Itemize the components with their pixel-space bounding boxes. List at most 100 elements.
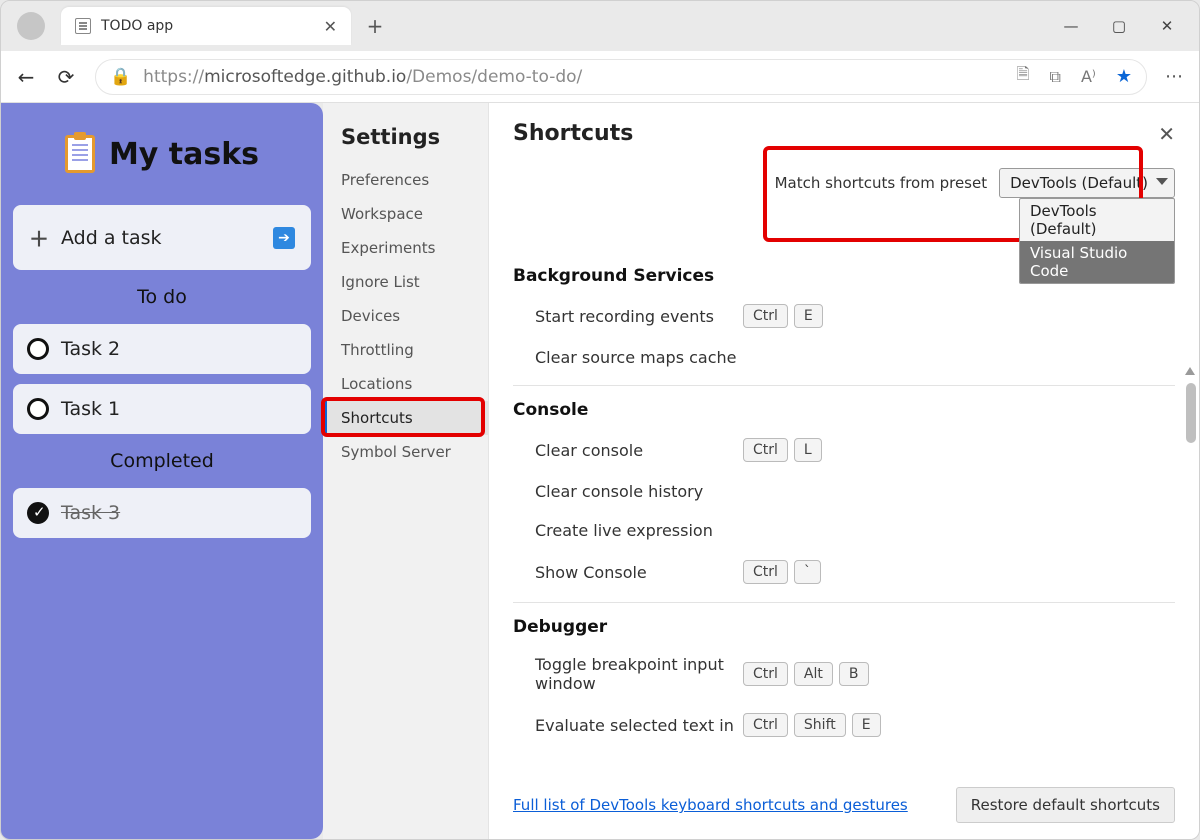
settings-item-experiments[interactable]: Experiments — [323, 231, 488, 265]
new-tab-button[interactable]: + — [359, 10, 391, 42]
scroll-up-arrow-icon[interactable] — [1185, 367, 1195, 375]
completed-section-heading: Completed — [13, 444, 311, 478]
keycap: ` — [794, 560, 821, 584]
site-lock-icon: 🔒 — [110, 67, 131, 87]
reload-icon[interactable]: ⟳ — [55, 66, 77, 88]
todo-app-panel: My tasks ＋ Add a task ➔ To do Task 2 Tas… — [1, 103, 323, 839]
shortcut-keys: CtrlAltB — [743, 662, 869, 686]
preset-row: Match shortcuts from preset DevTools (De… — [489, 158, 1199, 198]
shortcut-group-heading: Console — [513, 392, 1175, 428]
shortcut-name: Toggle breakpoint input window — [513, 655, 743, 693]
shortcuts-scroll-area[interactable]: Background ServicesStart recording event… — [489, 234, 1199, 777]
task-checkbox-icon[interactable] — [27, 338, 49, 360]
keycap: B — [839, 662, 869, 686]
shortcut-keys: CtrlShiftE — [743, 713, 881, 737]
shortcut-name: Clear console — [513, 441, 743, 460]
submit-arrow-icon[interactable]: ➔ — [273, 227, 295, 249]
preset-select[interactable]: DevTools (Default) — [999, 168, 1175, 198]
tab-close-icon[interactable]: ✕ — [324, 17, 337, 36]
settings-sidebar: Settings PreferencesWorkspaceExperiments… — [323, 103, 489, 839]
tab-title: TODO app — [101, 18, 314, 34]
shortcuts-panel: Shortcuts ✕ Match shortcuts from preset … — [489, 103, 1199, 839]
preset-option[interactable]: Visual Studio Code — [1020, 241, 1174, 283]
scrollbar-thumb[interactable] — [1186, 383, 1196, 443]
settings-item-locations[interactable]: Locations — [323, 367, 488, 401]
tab-favicon-icon — [75, 18, 91, 34]
task-label: Task 3 — [61, 502, 120, 524]
keycap: Ctrl — [743, 662, 788, 686]
chevron-down-icon — [1156, 178, 1168, 185]
back-icon[interactable]: ← — [15, 66, 37, 88]
todo-title: My tasks — [109, 137, 259, 172]
keycap: Shift — [794, 713, 846, 737]
shortcut-row: Evaluate selected text inCtrlShiftE — [513, 703, 1175, 747]
maximize-icon[interactable]: ▢ — [1109, 16, 1129, 36]
shortcuts-footer: Full list of DevTools keyboard shortcuts… — [489, 777, 1199, 839]
shortcuts-title: Shortcuts — [513, 121, 633, 146]
task-item-completed[interactable]: Task 3 — [13, 488, 311, 538]
add-task-button[interactable]: ＋ Add a task ➔ — [13, 205, 311, 270]
preset-selected-value: DevTools (Default) — [1010, 174, 1148, 192]
keycap: E — [794, 304, 823, 328]
browser-window: TODO app ✕ + — ▢ ✕ ← ⟳ 🔒 https://microso… — [0, 0, 1200, 840]
profile-avatar[interactable] — [17, 12, 45, 40]
shortcut-group-heading: Debugger — [513, 609, 1175, 645]
settings-item-workspace[interactable]: Workspace — [323, 197, 488, 231]
clipboard-icon — [65, 135, 95, 173]
settings-title: Settings — [323, 125, 488, 163]
preset-option[interactable]: DevTools (Default) — [1020, 199, 1174, 241]
task-checkbox-icon[interactable] — [27, 398, 49, 420]
settings-item-throttling[interactable]: Throttling — [323, 333, 488, 367]
task-item[interactable]: Task 1 — [13, 384, 311, 434]
add-task-label: Add a task — [61, 227, 261, 249]
collections-icon[interactable]: ⧉ — [1050, 67, 1061, 87]
shortcut-name: Clear console history — [513, 482, 743, 501]
todo-section-heading: To do — [13, 280, 311, 314]
settings-item-devices[interactable]: Devices — [323, 299, 488, 333]
task-checkbox-checked-icon[interactable] — [27, 502, 49, 524]
task-label: Task 1 — [61, 398, 120, 420]
keycap: E — [852, 713, 881, 737]
keycap: Ctrl — [743, 304, 788, 328]
shortcut-name: Create live expression — [513, 521, 743, 540]
keycap: Alt — [794, 662, 833, 686]
close-window-icon[interactable]: ✕ — [1157, 16, 1177, 36]
address-bar: ← ⟳ 🔒 https://microsoftedge.github.io/De… — [1, 51, 1199, 103]
restore-defaults-button[interactable]: Restore default shortcuts — [956, 787, 1175, 823]
titlebar: TODO app ✕ + — ▢ ✕ — [1, 1, 1199, 51]
keycap: L — [794, 438, 822, 462]
full-list-link[interactable]: Full list of DevTools keyboard shortcuts… — [513, 796, 908, 814]
settings-item-ignore-list[interactable]: Ignore List — [323, 265, 488, 299]
settings-item-preferences[interactable]: Preferences — [323, 163, 488, 197]
preset-label: Match shortcuts from preset — [775, 174, 988, 192]
content-row: My tasks ＋ Add a task ➔ To do Task 2 Tas… — [1, 103, 1199, 839]
shortcut-row: Clear consoleCtrlL — [513, 428, 1175, 472]
shortcuts-header: Shortcuts ✕ — [489, 103, 1199, 158]
shortcut-row: Clear source maps cache — [513, 338, 1175, 377]
plus-icon: ＋ — [29, 223, 49, 252]
task-label: Task 2 — [61, 338, 120, 360]
shortcut-row: Start recording eventsCtrlE — [513, 294, 1175, 338]
shortcut-row: Toggle breakpoint input windowCtrlAltB — [513, 645, 1175, 703]
settings-item-shortcuts[interactable]: Shortcuts — [323, 401, 488, 435]
task-item[interactable]: Task 2 — [13, 324, 311, 374]
more-menu-icon[interactable]: ⋯ — [1165, 66, 1185, 87]
favorite-star-icon[interactable]: ★ — [1116, 66, 1132, 87]
page-icon[interactable]: 🗎 — [1017, 63, 1030, 90]
window-controls: — ▢ ✕ — [1061, 16, 1191, 36]
shortcut-name: Evaluate selected text in — [513, 716, 743, 735]
browser-tab[interactable]: TODO app ✕ — [61, 7, 351, 45]
read-aloud-icon[interactable]: A⁾ — [1081, 67, 1096, 86]
keycap: Ctrl — [743, 713, 788, 737]
keycap: Ctrl — [743, 560, 788, 584]
todo-header: My tasks — [13, 117, 311, 195]
url-field[interactable]: 🔒 https://microsoftedge.github.io/Demos/… — [95, 59, 1147, 95]
close-panel-icon[interactable]: ✕ — [1158, 122, 1175, 146]
shortcut-name: Clear source maps cache — [513, 348, 743, 367]
keycap: Ctrl — [743, 438, 788, 462]
settings-item-symbol-server[interactable]: Symbol Server — [323, 435, 488, 469]
preset-dropdown: DevTools (Default) Visual Studio Code — [1019, 198, 1175, 284]
minimize-icon[interactable]: — — [1061, 16, 1081, 36]
shortcut-keys: CtrlE — [743, 304, 823, 328]
shortcut-row: Create live expression — [513, 511, 1175, 550]
